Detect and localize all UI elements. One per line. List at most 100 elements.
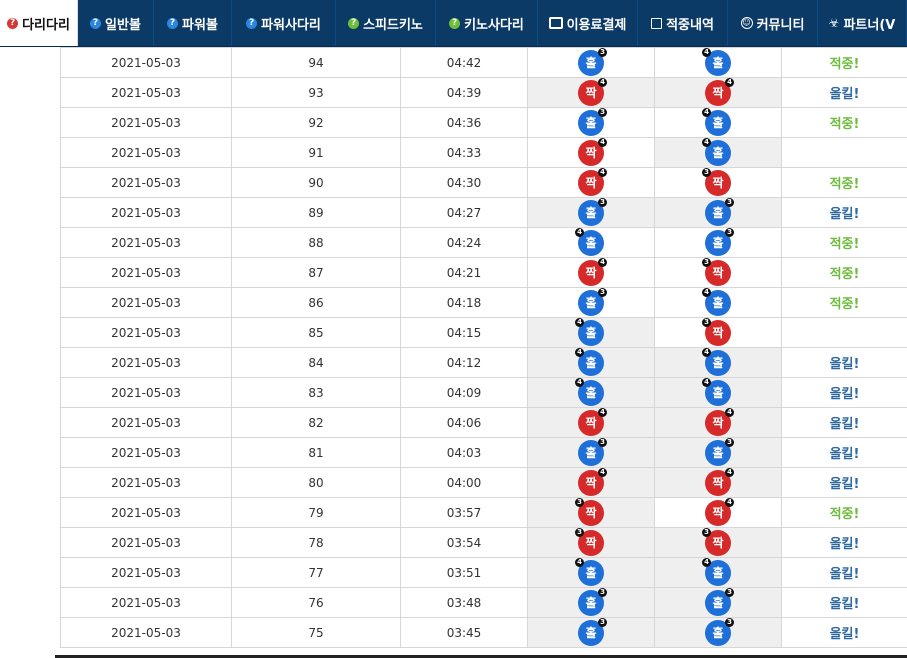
result-label: 올킬! xyxy=(829,87,860,102)
ball-label: 홀 xyxy=(585,565,597,580)
cell-date: 2021-05-03 xyxy=(60,47,232,78)
result-cell: 짝4 xyxy=(527,137,655,168)
result-cell: 짝4 xyxy=(527,257,655,288)
result-cell: 짝3 xyxy=(527,527,655,558)
even-ball: 짝3 xyxy=(575,527,604,556)
odd-ball: 홀4 xyxy=(702,287,731,316)
ball-count-badge: 4 xyxy=(575,347,584,357)
cell-time: 04:21 xyxy=(400,257,528,288)
result-cell: 짝4 xyxy=(654,497,782,528)
result-label: 올킬! xyxy=(829,597,860,612)
result-cell: 홀4 xyxy=(654,557,782,588)
ball-label: 홀 xyxy=(712,565,724,580)
result-cell: 짝4 xyxy=(527,167,655,198)
tab-label: 이용료결제 xyxy=(566,17,627,33)
tab-2[interactable]: ? 파워볼 xyxy=(154,0,232,46)
ball-label: 짝 xyxy=(712,535,724,550)
ball-label: 홀 xyxy=(712,355,724,370)
cell-date: 2021-05-03 xyxy=(60,257,232,288)
ball-count-badge: 3 xyxy=(702,317,711,327)
result-label: 올킬! xyxy=(829,627,860,642)
ball-label: 홀 xyxy=(712,115,724,130)
cell-time: 04:39 xyxy=(400,77,528,108)
cell-date: 2021-05-03 xyxy=(60,437,232,468)
result-status: 올킬! xyxy=(781,587,907,618)
even-ball: 짝4 xyxy=(705,77,734,106)
odd-ball: 홀4 xyxy=(702,347,731,376)
even-ball: 짝3 xyxy=(702,317,731,346)
table-row: 2021-05-03 85 04:15 홀 4 짝 3 xyxy=(60,317,907,348)
ball-label: 홀 xyxy=(712,295,724,310)
ball-count-badge: 3 xyxy=(702,167,711,177)
cell-time: 04:09 xyxy=(400,377,528,408)
tab-7[interactable]: 적중내역 xyxy=(638,0,728,46)
table-row: 2021-05-03 88 04:24 홀 4 홀 3 적중! xyxy=(60,227,907,258)
ball-count-badge: 4 xyxy=(702,137,711,147)
ball-count-badge: 3 xyxy=(725,437,734,447)
result-label: 올킬! xyxy=(829,387,860,402)
result-cell: 홀4 xyxy=(527,227,655,258)
cell-time: 04:03 xyxy=(400,437,528,468)
ball-label: 홀 xyxy=(585,115,597,130)
even-ball: 짝4 xyxy=(578,137,607,166)
result-cell: 짝3 xyxy=(527,497,655,528)
cell-time: 04:15 xyxy=(400,317,528,348)
cell-round: 93 xyxy=(231,77,401,108)
tab-6[interactable]: 이용료결제 xyxy=(538,0,638,46)
tab-4[interactable]: ? 스피드키노 xyxy=(336,0,436,46)
cell-round: 78 xyxy=(231,527,401,558)
cell-time: 04:24 xyxy=(400,227,528,258)
result-cell: 홀3 xyxy=(527,107,655,138)
biohazard-icon: ☣ xyxy=(828,15,840,30)
cell-round: 84 xyxy=(231,347,401,378)
tab-5[interactable]: ? 키노사다리 xyxy=(436,0,538,46)
tab-1[interactable]: ? 일반볼 xyxy=(78,0,154,46)
table-row: 2021-05-03 93 04:39 짝 4 짝 4 올킬! xyxy=(60,77,907,108)
ball-label: 짝 xyxy=(585,535,597,550)
ball-count-badge: 4 xyxy=(575,317,584,327)
result-label: 적중! xyxy=(829,267,860,282)
cell-time: 04:18 xyxy=(400,287,528,318)
result-cell: 홀3 xyxy=(527,617,655,648)
cell-round: 89 xyxy=(231,197,401,228)
table-row: 2021-05-03 91 04:33 짝 4 홀 4 xyxy=(60,137,907,168)
ball-label: 홀 xyxy=(585,295,597,310)
cell-date: 2021-05-03 xyxy=(60,377,232,408)
result-label: 적중! xyxy=(829,507,860,522)
ball-label: 짝 xyxy=(585,175,597,190)
odd-ball: 홀3 xyxy=(705,617,734,646)
cell-round: 86 xyxy=(231,287,401,318)
ball-label: 홀 xyxy=(585,355,597,370)
tab-0[interactable]: ? 다리다리 xyxy=(0,0,78,46)
result-label: 적중! xyxy=(829,117,860,132)
ball-count-badge: 3 xyxy=(598,617,607,627)
result-cell: 홀4 xyxy=(654,137,782,168)
results-table: 2021-05-03 94 04:42 홀 3 홀 4 적중! 2021-05-03 93 04:3… xyxy=(60,47,907,648)
tab-9[interactable]: ☣ 파트너(V xyxy=(818,0,907,46)
odd-ball: 홀4 xyxy=(702,137,731,166)
result-cell: 홀3 xyxy=(527,287,655,318)
cell-date: 2021-05-03 xyxy=(60,587,232,618)
cell-round: 90 xyxy=(231,167,401,198)
result-cell: 홀3 xyxy=(654,227,782,258)
tab-3[interactable]: ? 파워사다리 xyxy=(232,0,336,46)
table-row: 2021-05-03 76 03:48 홀 3 홀 3 올킬! xyxy=(60,587,907,618)
table-row: 2021-05-03 89 04:27 홀 3 홀 3 올킬! xyxy=(60,197,907,228)
result-label: 적중! xyxy=(829,177,860,192)
cell-round: 77 xyxy=(231,557,401,588)
result-status xyxy=(781,317,907,348)
cell-date: 2021-05-03 xyxy=(60,347,232,378)
tab-8[interactable]: ☺ 커뮤니티 xyxy=(728,0,818,46)
ball-count-badge: 3 xyxy=(575,527,584,537)
tab-label: 파워사다리 xyxy=(261,17,321,33)
ball-label: 홀 xyxy=(585,445,597,460)
result-status: 적중! xyxy=(781,107,907,138)
ball-count-badge: 3 xyxy=(702,527,711,537)
even-ball: 짝4 xyxy=(578,467,607,496)
ball-count-badge: 3 xyxy=(598,587,607,597)
result-label: 적중! xyxy=(829,57,860,72)
result-cell: 홀3 xyxy=(527,47,655,78)
ball-label: 짝 xyxy=(585,505,597,520)
cell-date: 2021-05-03 xyxy=(60,167,232,198)
cell-date: 2021-05-03 xyxy=(60,617,232,648)
